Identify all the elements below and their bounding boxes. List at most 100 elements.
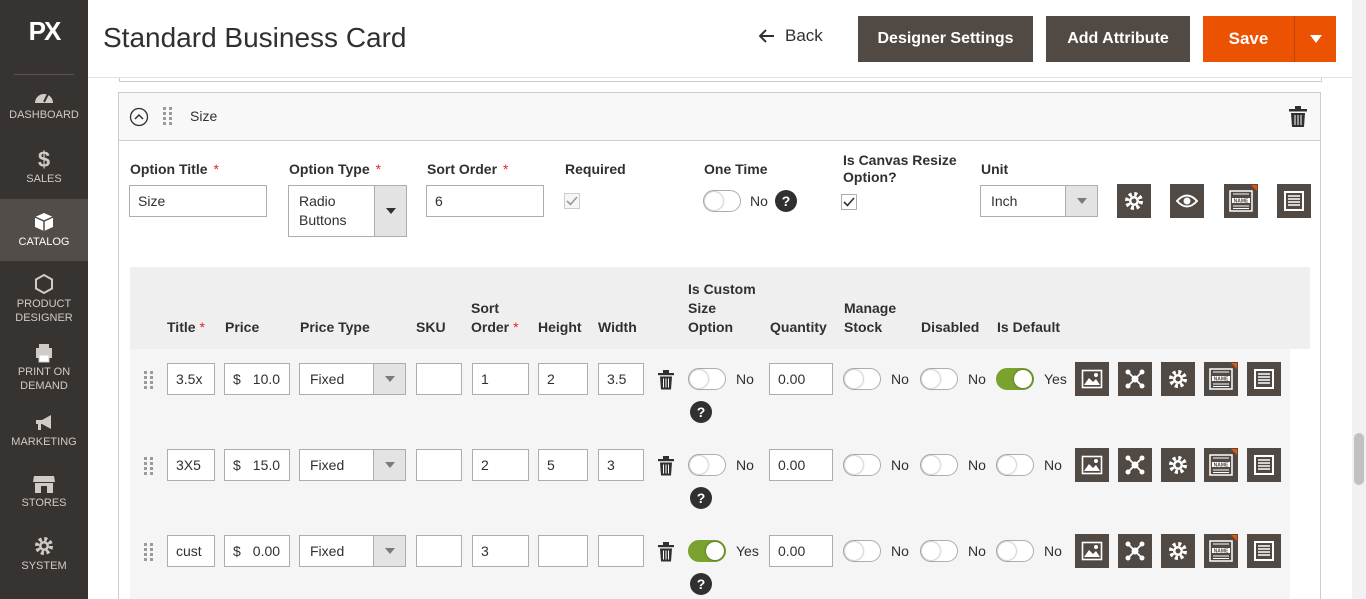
notes-button[interactable]	[1247, 362, 1281, 396]
settings-button[interactable]	[1161, 362, 1195, 396]
unit-select[interactable]: Inch	[980, 185, 1098, 217]
name-tag-button[interactable]: NAME	[1204, 448, 1238, 482]
row-custom-size-toggle[interactable]	[688, 454, 726, 476]
drag-handle-icon[interactable]	[163, 107, 173, 125]
image-icon	[1081, 369, 1103, 389]
row-quantity-input[interactable]: 0.00	[769, 449, 833, 481]
row-manage-stock-toggle[interactable]	[843, 368, 881, 390]
connections-button[interactable]	[1118, 534, 1152, 568]
trash-icon[interactable]	[658, 370, 674, 390]
row-price-input[interactable]: $15.0	[224, 449, 290, 481]
vertical-scrollbar[interactable]	[1352, 0, 1366, 599]
one-time-toggle[interactable]	[703, 190, 741, 212]
row-sort-order-input[interactable]: 2	[472, 449, 529, 481]
drag-handle-icon[interactable]	[144, 543, 153, 561]
row-quantity-input[interactable]: 0.00	[769, 363, 833, 395]
notes-button[interactable]	[1247, 534, 1281, 568]
option-panel-header[interactable]: Size	[119, 93, 1320, 141]
nav-stores[interactable]: STORES	[0, 474, 88, 512]
trash-icon[interactable]	[658, 542, 674, 562]
nav-marketing[interactable]: MARKETING	[0, 413, 88, 451]
canvas-resize-checkbox[interactable]	[841, 194, 857, 210]
drag-handle-icon[interactable]	[144, 371, 153, 389]
name-tag-button[interactable]: NAME	[1224, 184, 1258, 218]
megaphone-icon	[36, 415, 51, 430]
save-dropdown-toggle[interactable]	[1295, 16, 1336, 62]
designer-settings-button[interactable]: Designer Settings	[858, 16, 1033, 62]
one-time-label: One Time	[704, 161, 768, 177]
row-price-type-select[interactable]: Fixed	[299, 363, 406, 395]
row-custom-size-toggle[interactable]	[688, 368, 726, 390]
option-type-select[interactable]: Radio Buttons	[288, 185, 407, 237]
row-quantity-input[interactable]: 0.00	[769, 535, 833, 567]
row-disabled-toggle[interactable]	[920, 540, 958, 562]
name-tag-button[interactable]: NAME	[1204, 362, 1238, 396]
row-width-input[interactable]	[598, 535, 644, 567]
row-sort-order-input[interactable]: 3	[472, 535, 529, 567]
nav-product-designer[interactable]: PRODUCT DESIGNER	[0, 273, 88, 325]
notes-button[interactable]	[1247, 448, 1281, 482]
row-sort-order-input[interactable]: 1	[472, 363, 529, 395]
trash-icon[interactable]	[1289, 106, 1307, 128]
row-price-input[interactable]: $10.0	[224, 363, 290, 395]
row-disabled-toggle[interactable]	[920, 368, 958, 390]
image-button[interactable]	[1075, 534, 1109, 568]
row-title-input[interactable]: cust	[167, 535, 215, 567]
required-checkbox[interactable]	[564, 193, 580, 209]
row-sku-input[interactable]	[416, 449, 462, 481]
row-width-input[interactable]: 3	[598, 449, 644, 481]
nav-print-on-demand[interactable]: PRINT ON DEMAND	[0, 343, 88, 395]
price-value: 15.0	[252, 457, 281, 473]
row-manage-stock-toggle[interactable]	[843, 454, 881, 476]
help-icon[interactable]: ?	[775, 190, 797, 212]
row-price-type-select[interactable]: Fixed	[299, 449, 406, 481]
row-price-type-select[interactable]: Fixed	[299, 535, 406, 567]
visibility-button[interactable]	[1170, 184, 1204, 218]
row-is-default-toggle[interactable]	[996, 368, 1034, 390]
settings-button[interactable]	[1161, 534, 1195, 568]
row-manage-stock-toggle[interactable]	[843, 540, 881, 562]
row-height-input[interactable]	[538, 535, 588, 567]
px-logo[interactable]: PX	[0, 16, 88, 47]
nav-catalog[interactable]: CATALOG	[0, 199, 88, 261]
connections-button[interactable]	[1118, 448, 1152, 482]
sort-order-input[interactable]: 6	[426, 185, 544, 217]
scrollbar-thumb[interactable]	[1354, 433, 1364, 485]
option-title-input[interactable]: Size	[129, 185, 267, 217]
settings-button[interactable]	[1161, 448, 1195, 482]
image-button[interactable]	[1075, 448, 1109, 482]
select-caret	[373, 450, 405, 480]
row-price-input[interactable]: $0.00	[224, 535, 290, 567]
row-is-default-toggle[interactable]	[996, 540, 1034, 562]
page-title: Standard Business Card	[103, 22, 407, 53]
notes-button[interactable]	[1277, 184, 1311, 218]
row-title-input[interactable]: 3.5x	[167, 363, 215, 395]
help-icon[interactable]: ?	[690, 487, 712, 509]
row-sku-input[interactable]	[416, 535, 462, 567]
back-button[interactable]: Back	[759, 26, 823, 46]
drag-handle-icon[interactable]	[144, 457, 153, 475]
row-disabled-toggle[interactable]	[920, 454, 958, 476]
row-width-input[interactable]: 3.5	[598, 363, 644, 395]
network-icon	[1125, 455, 1145, 475]
row-custom-size-toggle[interactable]	[688, 540, 726, 562]
row-title-input[interactable]: 3X5	[167, 449, 215, 481]
nav-sales[interactable]: $ SALES	[0, 148, 88, 192]
trash-icon[interactable]	[658, 456, 674, 476]
connections-button[interactable]	[1118, 362, 1152, 396]
help-icon[interactable]: ?	[690, 573, 712, 595]
row-height-input[interactable]: 5	[538, 449, 588, 481]
row-sku-input[interactable]	[416, 363, 462, 395]
image-button[interactable]	[1075, 362, 1109, 396]
collapse-icon[interactable]	[129, 107, 149, 127]
caret-down-icon	[384, 548, 395, 554]
row-is-default-toggle[interactable]	[996, 454, 1034, 476]
help-icon[interactable]: ?	[690, 401, 712, 423]
row-height-input[interactable]: 2	[538, 363, 588, 395]
name-tag-button[interactable]: NAME	[1204, 534, 1238, 568]
nav-system[interactable]: SYSTEM	[0, 535, 88, 573]
add-attribute-button[interactable]: Add Attribute	[1046, 16, 1190, 62]
save-button[interactable]: Save	[1203, 16, 1295, 62]
nav-dashboard[interactable]: DASHBOARD	[0, 88, 88, 132]
settings-button[interactable]	[1117, 184, 1151, 218]
